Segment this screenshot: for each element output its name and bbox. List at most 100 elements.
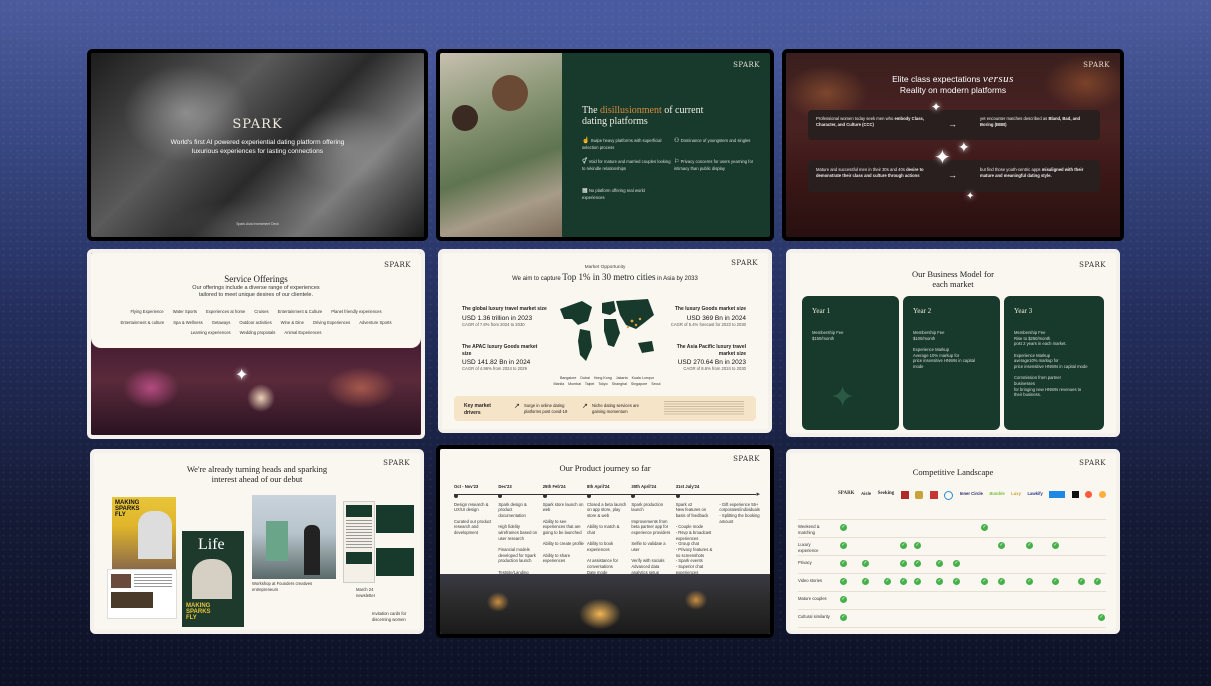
check-icon: ✓ bbox=[953, 560, 960, 567]
magazine-cover: Life MAKING SPARKS FLY bbox=[182, 531, 244, 627]
check-icon: ✓ bbox=[936, 560, 943, 567]
slide-2-problem[interactable]: SPARK The disillusionment of current dati… bbox=[440, 53, 770, 237]
workshop-caption: Workshop at Founders creatives entrepren… bbox=[252, 581, 313, 592]
brand-flame-icon bbox=[1098, 491, 1106, 498]
slide-1-title[interactable]: SPARK World's first AI powered experient… bbox=[91, 53, 424, 237]
brand-ring-icon bbox=[944, 491, 954, 500]
slide-1-headline: World's first AI powered experiential da… bbox=[170, 139, 345, 146]
market-drivers-bar: Key market drivers ↗ Surge in online dat… bbox=[454, 396, 756, 421]
press-title: We're already turning heads and sparking… bbox=[186, 464, 328, 484]
services-panel: SPARK Service Offerings Our offerings in… bbox=[91, 253, 421, 348]
person-silhouette bbox=[492, 75, 528, 111]
check-icon: ✓ bbox=[1026, 542, 1033, 549]
invitation-card bbox=[376, 548, 414, 576]
table-row: Cultural similarity ✓ ✓ bbox=[798, 609, 1106, 628]
table-row: Video stories ✓ ✓ ✓ ✓ ✓ ✓ ✓ ✓ ✓ ✓ ✓ ✓ ✓ bbox=[798, 573, 1106, 591]
brand-badge-icon bbox=[929, 491, 938, 499]
slide-3-expectations[interactable]: SPARK Elite class expectations versus Rea… bbox=[786, 53, 1120, 237]
check-icon: ✓ bbox=[998, 542, 1005, 549]
slide-1-footer: Spark.Asia Investment Deck bbox=[236, 222, 279, 226]
slide-logo: SPARK bbox=[1083, 61, 1110, 69]
table-row: Mature couples ✓ bbox=[798, 591, 1106, 609]
slide-4-services[interactable]: ✦ SPARK Service Offerings Our offerings … bbox=[91, 253, 421, 435]
slide-logo: SPARK bbox=[384, 261, 411, 269]
services-row: Learning experiences Wedding proposals Ani… bbox=[190, 330, 322, 335]
check-icon: ✓ bbox=[981, 578, 988, 585]
slide-7-press[interactable]: SPARK We're already turning heads and sp… bbox=[94, 453, 420, 630]
journey-step: 30th April'24 Spark production launch Imp… bbox=[631, 484, 671, 575]
check-icon: ✓ bbox=[1078, 578, 1085, 585]
market-stat: The Asia Pacific luxury travel market si… bbox=[676, 344, 746, 371]
city-list: Manila Mumbai Taipei Tokyo Shanghai Singapore… bbox=[553, 382, 661, 386]
problem-point: ⚇ Dominance of youngsters and singles bbox=[674, 138, 751, 144]
slide-logo: SPARK bbox=[733, 61, 760, 69]
workshop-photo bbox=[252, 495, 336, 579]
swipe-icon: ☝ bbox=[582, 138, 590, 144]
arrow-icon: → bbox=[948, 119, 957, 129]
check-icon: ✓ bbox=[981, 524, 988, 531]
check-icon: ✓ bbox=[936, 578, 943, 585]
city-list: Bangalore Dubai Hong Kong Jakarta Kuala Lump… bbox=[560, 376, 654, 380]
problem-point: ⚐ Privacy concerns for users yearning fo… bbox=[674, 159, 754, 172]
slide-logo: SPARK bbox=[733, 455, 760, 463]
sparkle-icon: ✦ bbox=[235, 367, 249, 384]
check-icon: ✓ bbox=[914, 560, 921, 567]
sparkle-icon: ✦ bbox=[958, 139, 970, 155]
check-icon: ✓ bbox=[900, 578, 907, 585]
sparkle-icon: ✦ bbox=[966, 191, 975, 202]
trend-icon: ↗ bbox=[514, 403, 520, 410]
check-icon: ✓ bbox=[840, 596, 847, 603]
slide-logo: SPARK bbox=[1079, 261, 1106, 269]
source-notes bbox=[664, 401, 744, 416]
magazine-cover: MAKING SPARKS FLY bbox=[112, 497, 176, 569]
check-icon: ✓ bbox=[840, 560, 847, 567]
check-icon: ✓ bbox=[953, 578, 960, 585]
check-icon: ✓ bbox=[862, 578, 869, 585]
person-silhouette bbox=[452, 105, 478, 131]
check-icon: ✓ bbox=[998, 578, 1005, 585]
fire-pit-photo bbox=[440, 574, 770, 634]
slide-8-journey[interactable]: SPARK Our Product journey so far ▸ Oct -… bbox=[440, 449, 770, 634]
competitive-title: Competitive Landscape bbox=[912, 467, 994, 477]
brand-shield-icon bbox=[915, 491, 924, 499]
slide-3-title: Elite class expectations versus Reality o… bbox=[892, 73, 1014, 95]
check-icon: ✓ bbox=[840, 524, 847, 531]
expectation-row: Professional women today seek men who em… bbox=[808, 110, 1100, 140]
check-icon: ✓ bbox=[914, 542, 921, 549]
services-row: Flying Experience Water Sports Experiences… bbox=[130, 309, 382, 314]
problem-point: ▦ No platform offering real world experi… bbox=[582, 188, 645, 201]
table-row: Weekend & matching ✓ ✓ bbox=[798, 519, 1106, 537]
brand-flame-icon bbox=[1085, 491, 1093, 498]
check-icon: ✓ bbox=[884, 578, 891, 585]
flowers-candle-photo bbox=[91, 348, 421, 435]
journey-columns: Oct - Nov'23 Design research & UX/UI desi… bbox=[454, 484, 760, 587]
world-map bbox=[560, 299, 654, 361]
gender-icon: ⚥ bbox=[582, 159, 588, 165]
services-subtitle: Our offerings include a diverse range of… bbox=[192, 285, 320, 291]
grid-icon: ▦ bbox=[582, 188, 588, 194]
invitation-caption: Invitation cards for discerning women bbox=[372, 611, 407, 622]
check-icon: ✓ bbox=[840, 614, 847, 621]
check-icon: ✓ bbox=[900, 560, 907, 567]
brand-badge-icon bbox=[900, 491, 909, 499]
slide-1-subheadline: luxurious experiences for lasting connec… bbox=[191, 148, 324, 155]
journey-step: Oct - Nov'23 Design research & UX/UI desi… bbox=[454, 484, 492, 536]
slide-5-market[interactable]: SPARK Market Opportunity We aim to captu… bbox=[442, 253, 768, 429]
brand-box-icon bbox=[1049, 491, 1066, 498]
newsletter-caption: March 24 newsletter bbox=[356, 587, 376, 598]
slide-6-business-model[interactable]: SPARK Our Business Model for each market … bbox=[790, 253, 1116, 433]
market-stat: The global luxury travel market size USD… bbox=[462, 306, 547, 327]
sparkle-icon: ✦ bbox=[931, 100, 942, 114]
slide-logo: SPARK bbox=[1079, 459, 1106, 467]
services-row: Entertainment & culture Spa & Wellness Get… bbox=[120, 320, 392, 325]
sparkle-icon: ✦ bbox=[934, 147, 951, 169]
year-card: Year 2 Membership Fee $100/month Experien… bbox=[903, 296, 1000, 430]
problem-point: ⚥ Void for mature and married couples lo… bbox=[582, 159, 671, 172]
market-kicker: Market Opportunity bbox=[584, 265, 626, 270]
slide-logo: SPARK bbox=[232, 117, 283, 132]
check-icon: ✓ bbox=[1052, 578, 1059, 585]
brand-logo-row: SPARK Aisle Seeking Inner Circle Bumble … bbox=[838, 491, 1106, 500]
privacy-icon: ⚐ bbox=[674, 159, 680, 165]
check-icon: ✓ bbox=[1026, 578, 1033, 585]
slide-9-competitive[interactable]: SPARK Competitive Landscape SPARK Aisle … bbox=[790, 453, 1116, 630]
